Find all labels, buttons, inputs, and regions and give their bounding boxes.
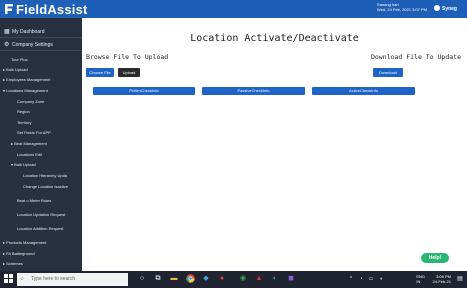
passive-check-info-button[interactable]: PassiveCheckInfo: [202, 87, 305, 95]
download-button[interactable]: Download: [373, 68, 403, 77]
clock[interactable]: 3:09 PM 24-Feb-21: [433, 274, 451, 284]
gear-icon: ⚙: [4, 42, 10, 48]
main-content: Location Activate/Deactivate Browse File…: [82, 18, 467, 271]
sidebar-item-employees-management[interactable]: ▸ Employees Management: [0, 77, 85, 82]
help-label: Help!: [428, 255, 442, 261]
browse-section-title: Browse File To Upload: [86, 53, 169, 61]
language-indicator[interactable]: ENG IN: [416, 274, 425, 284]
task-view-icon[interactable]: ⧉: [153, 274, 163, 284]
app-icon[interactable]: ◐: [270, 274, 280, 284]
page-title: Location Activate/Deactivate: [190, 33, 359, 44]
user-datetime: Wed, 24 Feb, 2021 3:07 PM: [377, 7, 427, 12]
sidebar-item-schemes[interactable]: ▸ Schemes: [0, 261, 85, 266]
app-icon[interactable]: ◉: [238, 274, 248, 284]
network-icon[interactable]: ◔: [356, 274, 366, 284]
org-switcher[interactable]: Syneg: [433, 5, 457, 12]
sidebar-item-beat-management[interactable]: ▸ Beat Management: [0, 141, 93, 146]
language-region: IN: [416, 279, 421, 284]
search-placeholder: Type here to search: [31, 276, 76, 282]
download-section-title: Download File To Update: [370, 53, 461, 61]
sidebar-item-company-settings[interactable]: ⚙ Company Settings: [0, 41, 82, 48]
org-name: Syneg: [441, 6, 457, 12]
active-check-info-button[interactable]: ActiveCheckInfo: [312, 87, 415, 95]
user-info[interactable]: Sanang hari Wed, 24 Feb, 2021 3:07 PM: [377, 2, 427, 12]
windows-start-icon[interactable]: [3, 274, 13, 284]
clock-date: 24-Feb-21: [432, 279, 451, 284]
sidebar-item-fa-battleground[interactable]: ▸ FA Battleground: [0, 251, 85, 256]
sidebar-item-bulk-upload[interactable]: ▸ Bulk Upload: [0, 67, 85, 72]
sidebar-item-bulk-upload-sub[interactable]: ▾ Bulk Upload: [0, 162, 93, 167]
sidebar-item-label: My Dashboard: [12, 29, 45, 35]
help-button[interactable]: Help!: [421, 253, 449, 263]
taskbar-search-input[interactable]: ⌕ Type here to search: [17, 273, 128, 286]
sidebar: ▦ My Dashboard ⚙ Company Settings Tour Plu…: [0, 18, 82, 271]
notification-icon[interactable]: ▤: [455, 274, 465, 284]
app-icon[interactable]: ◼: [286, 274, 296, 284]
upload-button[interactable]: Upload: [118, 68, 140, 77]
app-icon[interactable]: ●: [217, 274, 227, 284]
tray-arrow-icon[interactable]: ^: [346, 274, 356, 284]
search-icon: ⌕: [21, 276, 24, 282]
volume-icon[interactable]: ◖: [376, 274, 386, 284]
app-icon[interactable]: ▲: [254, 274, 264, 284]
fieldassist-logo-icon: [5, 4, 13, 14]
battery-icon[interactable]: ▭: [366, 274, 376, 284]
file-explorer-icon[interactable]: ▬: [169, 274, 179, 284]
sidebar-item-products-management[interactable]: ▸ Products Management: [0, 240, 85, 245]
chrome-icon[interactable]: [185, 274, 195, 284]
sidebar-item-tour-plus[interactable]: Tour Plus: [0, 57, 93, 62]
brand-logo[interactable]: FieldAssist: [4, 2, 88, 17]
sidebar-item-dashboard[interactable]: ▦ My Dashboard: [0, 28, 82, 35]
choose-file-button[interactable]: Choose File: [86, 68, 114, 77]
sidebar-divider: [0, 37, 82, 38]
top-bar: FieldAssist Sanang hari Wed, 24 Feb, 202…: [0, 0, 467, 18]
brand-name: FieldAssist: [16, 2, 88, 17]
prelim-check-info-button[interactable]: PrelimCheckInfo: [93, 87, 195, 95]
cortana-icon[interactable]: ○: [137, 274, 147, 284]
windows-logo-icon: [3, 274, 13, 283]
sidebar-divider: [0, 50, 82, 51]
sidebar-item-label: Company Settings: [12, 42, 53, 48]
sidebar-item-locations-management[interactable]: ▾ Locations Management: [0, 88, 85, 93]
dashboard-icon: ▦: [4, 29, 10, 35]
org-logo-icon: [433, 5, 440, 11]
app-icon[interactable]: ◆: [201, 274, 211, 284]
windows-taskbar: ⌕ Type here to search ○ ⧉ ▬ ◆ ● ◉ ▲ ◐ ◼ ^…: [0, 271, 467, 288]
